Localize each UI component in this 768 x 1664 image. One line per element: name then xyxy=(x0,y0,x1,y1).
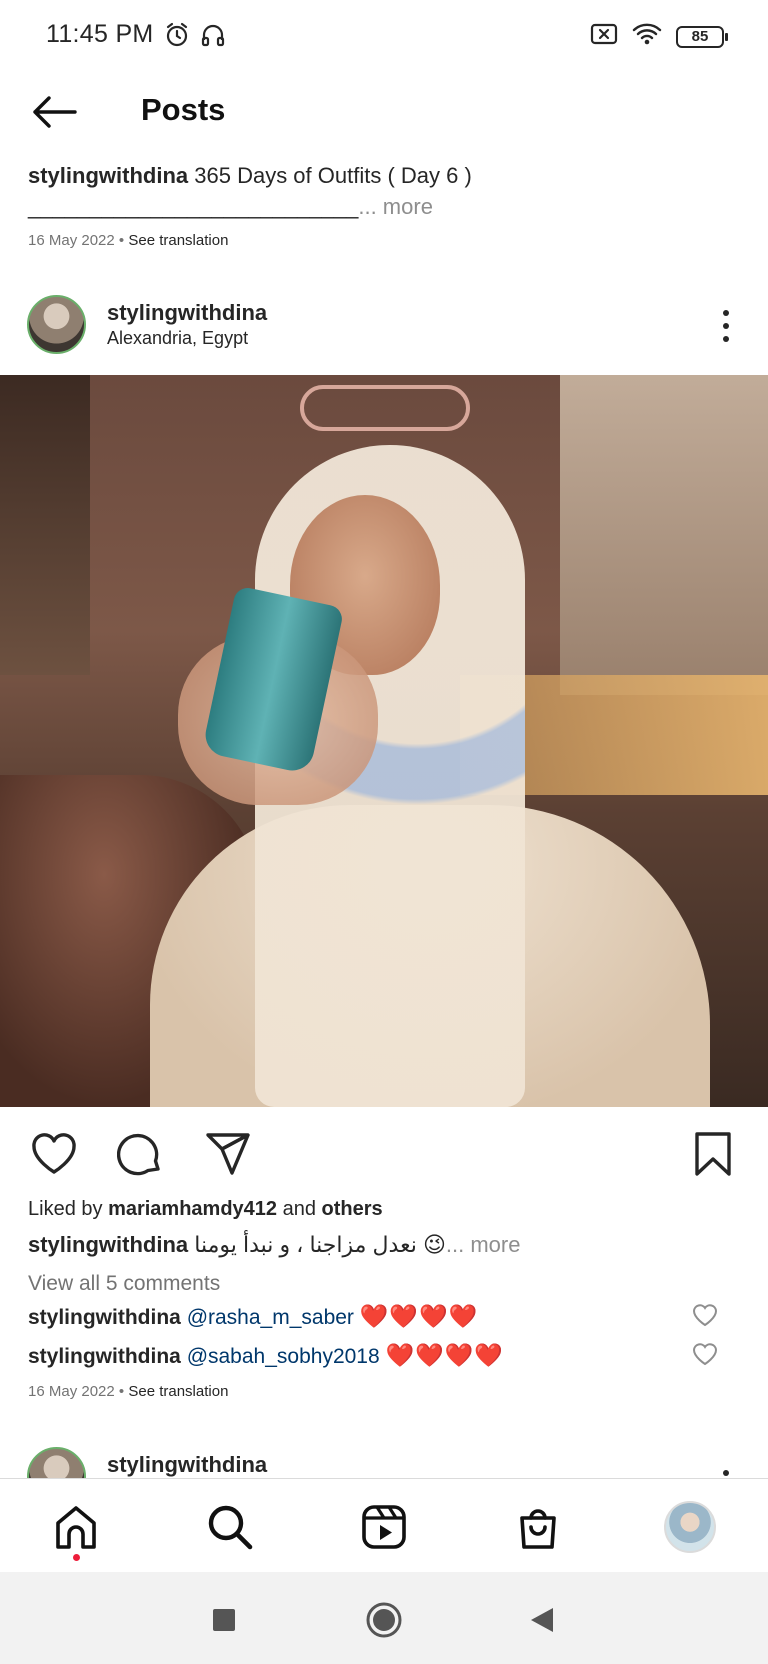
triangle-back-icon xyxy=(531,1608,553,1632)
more-dot xyxy=(723,1470,729,1476)
photo-background-shape xyxy=(560,375,768,695)
caption-username[interactable]: stylingwithdina xyxy=(28,163,188,188)
post-meta: 16 May 2022 • See translation xyxy=(28,1383,228,1400)
heart-icon xyxy=(32,1133,76,1174)
recents-button[interactable] xyxy=(204,1600,244,1640)
post-date: 16 May 2022 xyxy=(28,1383,115,1400)
circle-icon xyxy=(366,1602,402,1638)
alarm-icon xyxy=(164,22,190,53)
comment-row: stylingwithdina @sabah_sobhy2018 ❤️❤️❤️❤… xyxy=(28,1342,504,1369)
nav-home[interactable] xyxy=(50,1501,102,1553)
comment-hearts: ❤️❤️❤️❤️ xyxy=(359,1303,479,1329)
previous-post-caption: stylingwithdina 365 Days of Outfits ( Da… xyxy=(28,160,748,222)
wifi-icon xyxy=(632,22,662,51)
post-location[interactable]: Alexandria, Egypt xyxy=(107,328,248,349)
no-sim-icon xyxy=(590,22,618,51)
comment-like-button[interactable] xyxy=(692,1342,718,1368)
status-icons-left xyxy=(164,22,226,53)
more-options-button[interactable] xyxy=(714,306,738,346)
avatar[interactable] xyxy=(27,1447,86,1478)
view-all-comments-link[interactable]: View all 5 comments xyxy=(28,1272,220,1296)
nav-profile[interactable] xyxy=(664,1501,716,1553)
bottom-nav xyxy=(0,1478,768,1572)
comment-mention[interactable]: @rasha_m_saber xyxy=(187,1306,354,1329)
post-username[interactable]: stylingwithdina xyxy=(107,1452,267,1478)
system-navigation-bar xyxy=(0,1572,768,1664)
caption-username[interactable]: stylingwithdina xyxy=(28,1232,188,1257)
search-icon xyxy=(208,1505,253,1550)
status-icons-right: 85 xyxy=(590,22,728,51)
next-post-header: stylingwithdina xyxy=(0,1444,768,1478)
comment-button[interactable] xyxy=(114,1128,166,1180)
comment-row: stylingwithdina @rasha_m_saber ❤️❤️❤️❤️ xyxy=(28,1303,478,1330)
meta-separator: • xyxy=(118,232,125,249)
photo-background-shape xyxy=(0,375,90,675)
top-bar: Posts xyxy=(0,72,768,152)
comment-username[interactable]: stylingwithdina xyxy=(28,1306,181,1329)
post-photo[interactable] xyxy=(0,375,768,1107)
share-button[interactable] xyxy=(202,1128,254,1180)
nav-search[interactable] xyxy=(204,1501,256,1553)
see-translation-link[interactable]: See translation xyxy=(128,232,228,249)
meta-separator: • xyxy=(118,1383,125,1400)
more-dot xyxy=(723,336,729,342)
page-title: Posts xyxy=(141,92,226,127)
home-icon xyxy=(56,1506,96,1549)
more-dot xyxy=(723,323,729,329)
caption-text: 365 Days of Outfits ( Day 6 ) xyxy=(194,163,472,188)
profile-avatar xyxy=(664,1501,716,1553)
comment-hearts: ❤️❤️❤️❤️ xyxy=(385,1342,505,1368)
status-time: 11:45 PM xyxy=(46,20,154,48)
save-button[interactable] xyxy=(687,1128,739,1180)
comment-icon xyxy=(117,1133,160,1176)
liked-by-text[interactable]: Liked by mariamhamdy412 and others xyxy=(28,1198,383,1221)
reels-icon xyxy=(362,1505,406,1549)
like-button[interactable] xyxy=(28,1128,80,1180)
shop-icon xyxy=(520,1509,556,1549)
caption-more-link[interactable]: ... more xyxy=(446,1232,521,1257)
avatar[interactable] xyxy=(27,295,86,354)
caption-more-link[interactable]: ... more xyxy=(358,194,433,219)
post-username[interactable]: stylingwithdina xyxy=(107,300,267,326)
heart-icon xyxy=(692,1343,718,1366)
liked-prefix: Liked by xyxy=(28,1198,103,1220)
post-actions xyxy=(0,1122,768,1182)
nav-reels[interactable] xyxy=(358,1501,410,1553)
status-bar: 11:45 PM 85 xyxy=(0,0,768,72)
notification-dot xyxy=(73,1554,80,1561)
liked-others[interactable]: others xyxy=(322,1198,383,1220)
back-system-button[interactable] xyxy=(522,1600,562,1640)
square-icon xyxy=(213,1609,235,1631)
comment-username[interactable]: stylingwithdina xyxy=(28,1345,181,1368)
comment-like-button[interactable] xyxy=(692,1303,718,1329)
battery-icon: 85 xyxy=(676,25,728,48)
see-translation-link[interactable]: See translation xyxy=(128,1383,228,1400)
photo-glasses-shape xyxy=(300,385,470,431)
caption-text: نعدل مزاجنا ، و نبدأ يومنا 😉 xyxy=(194,1232,446,1257)
send-icon xyxy=(206,1133,250,1175)
headphones-icon xyxy=(200,22,226,53)
post-caption: stylingwithdina نعدل مزاجنا ، و نبدأ يوم… xyxy=(28,1232,520,1258)
heart-icon xyxy=(692,1304,718,1327)
more-dot xyxy=(723,310,729,316)
post-header: stylingwithdina Alexandria, Egypt xyxy=(0,292,768,356)
nav-shop[interactable] xyxy=(512,1501,564,1553)
liked-and: and xyxy=(282,1198,316,1220)
back-arrow-icon xyxy=(33,96,77,128)
previous-post-meta: 16 May 2022 • See translation xyxy=(28,232,228,249)
more-options-button[interactable] xyxy=(714,1466,738,1478)
back-button[interactable] xyxy=(28,88,80,136)
bookmark-icon xyxy=(695,1132,731,1176)
home-system-button[interactable] xyxy=(364,1600,404,1640)
comment-mention[interactable]: @sabah_sobhy2018 xyxy=(187,1345,380,1368)
caption-underline-text: ___________________________ xyxy=(28,194,359,219)
post-date: 16 May 2022 xyxy=(28,232,115,249)
liked-user[interactable]: mariamhamdy412 xyxy=(108,1198,277,1220)
